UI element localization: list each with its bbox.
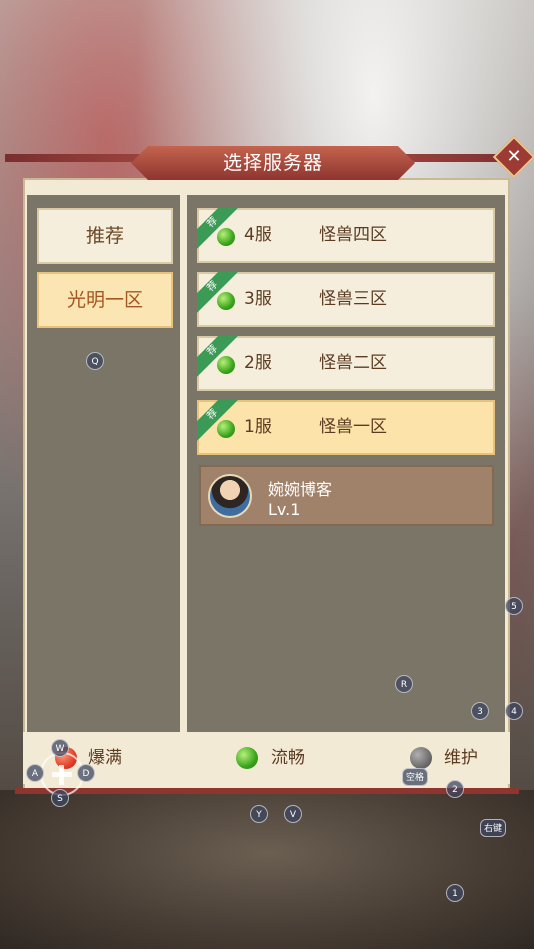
key-right-click[interactable]: 右键 <box>480 819 507 837</box>
server-number: 3服 <box>244 289 272 309</box>
panel-bottom-border <box>15 788 519 794</box>
server-item[interactable]: 荐 4服 怪兽四区 <box>197 208 495 263</box>
player-level: Lv.1 <box>268 500 301 519</box>
key-v[interactable]: V <box>284 805 302 823</box>
recommend-badge: 荐 <box>197 272 239 314</box>
key-r[interactable]: R <box>395 675 413 693</box>
key-d[interactable]: D <box>77 764 95 782</box>
status-smooth-icon <box>236 747 258 769</box>
legend-smooth-label: 流畅 <box>271 748 305 768</box>
key-q[interactable]: Q <box>86 352 104 370</box>
status-dot-icon <box>217 356 235 374</box>
key-w[interactable]: W <box>51 739 69 757</box>
server-number: 4服 <box>244 225 272 245</box>
server-item[interactable]: 荐 2服 怪兽二区 <box>197 336 495 391</box>
tab-guangming-region[interactable]: 光明一区 <box>37 272 173 328</box>
recommend-badge: 荐 <box>197 400 239 442</box>
recommend-badge: 荐 <box>197 336 239 378</box>
close-icon: ✕ <box>506 146 522 167</box>
legend-maintain-label: 维护 <box>444 748 478 768</box>
server-name: 怪兽四区 <box>319 225 387 245</box>
key-1[interactable]: 1 <box>446 884 464 902</box>
dpad-cross-v <box>59 765 64 785</box>
key-y[interactable]: Y <box>250 805 268 823</box>
status-maintain-icon <box>410 747 432 769</box>
player-character-card[interactable]: 婉婉博客 Lv.1 <box>199 465 494 526</box>
server-item-selected[interactable]: 荐 1服 怪兽一区 <box>197 400 495 455</box>
key-5[interactable]: 5 <box>505 597 523 615</box>
status-dot-icon <box>217 292 235 310</box>
server-name: 怪兽二区 <box>319 353 387 373</box>
avatar <box>208 474 252 518</box>
key-2[interactable]: 2 <box>446 780 464 798</box>
dialog-titlebar: 选择服务器 <box>5 146 529 180</box>
key-a[interactable]: A <box>26 764 44 782</box>
dialog-title: 选择服务器 <box>222 152 323 174</box>
status-dot-icon <box>217 420 235 438</box>
player-name: 婉婉博客 <box>268 480 333 499</box>
key-4[interactable]: 4 <box>505 702 523 720</box>
server-name: 怪兽三区 <box>319 289 387 309</box>
status-dot-icon <box>217 228 235 246</box>
key-s[interactable]: S <box>51 789 69 807</box>
tab-recommended[interactable]: 推荐 <box>37 208 173 264</box>
status-legend: 爆满 流畅 维护 <box>23 732 510 784</box>
server-item[interactable]: 荐 3服 怪兽三区 <box>197 272 495 327</box>
server-number: 2服 <box>244 353 272 373</box>
server-name: 怪兽一区 <box>319 417 387 437</box>
server-number: 1服 <box>244 417 272 437</box>
key-3[interactable]: 3 <box>471 702 489 720</box>
key-space[interactable]: 空格 <box>402 768 429 786</box>
recommend-badge: 荐 <box>197 208 239 250</box>
